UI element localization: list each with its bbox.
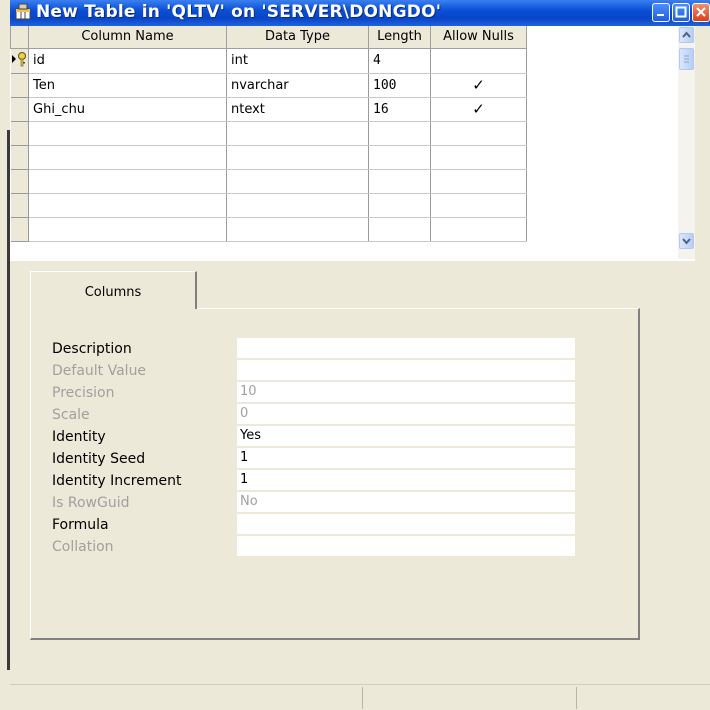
header-data-type[interactable]: Data Type	[226, 26, 369, 49]
property-value[interactable]: 1	[237, 448, 575, 469]
row-selector[interactable]	[10, 192, 29, 218]
property-value: 0	[237, 404, 575, 425]
table-row[interactable]: Ghi_chu ntext 16 ✓	[10, 96, 527, 122]
cell-column-name[interactable]: id	[28, 48, 227, 74]
scroll-up-icon[interactable]	[679, 27, 694, 43]
property-label: Identity	[52, 429, 106, 445]
maximize-icon[interactable]	[672, 3, 690, 22]
property-identity[interactable]: Identity Yes	[52, 426, 587, 448]
property-formula[interactable]: Formula	[52, 514, 587, 536]
property-default-value: Default Value	[52, 360, 587, 382]
row-selector[interactable]	[10, 120, 29, 146]
table-row-empty[interactable]	[10, 168, 527, 194]
table-designer-window: New Table in 'QLTV' on 'SERVER\DONGDO' C…	[10, 0, 710, 710]
property-value[interactable]	[237, 514, 575, 535]
cell-column-name[interactable]: Ten	[28, 73, 227, 98]
property-value[interactable]	[237, 338, 575, 359]
cell-allow-nulls[interactable]	[430, 48, 527, 74]
scroll-thumb[interactable]	[679, 48, 694, 70]
property-identity-seed[interactable]: Identity Seed 1	[52, 448, 587, 470]
status-pane	[364, 687, 577, 709]
cell-data-type[interactable]: nvarchar	[226, 73, 369, 98]
scroll-down-icon[interactable]	[679, 233, 694, 249]
property-value: No	[237, 492, 575, 513]
row-selector[interactable]	[10, 72, 29, 98]
table-icon	[14, 3, 32, 21]
cell-length[interactable]: 100	[368, 73, 431, 98]
property-value	[237, 536, 575, 557]
row-selector[interactable]	[10, 144, 29, 170]
header-column-name[interactable]: Column Name	[28, 26, 227, 49]
property-value: 10	[237, 382, 575, 403]
status-pane	[578, 687, 698, 709]
property-is-rowguid: Is RowGuid No	[52, 492, 587, 514]
table-row-empty[interactable]	[10, 120, 527, 146]
property-label: Description	[52, 341, 132, 357]
property-label: Default Value	[52, 363, 147, 379]
header-allow-nulls[interactable]: Allow Nulls	[430, 26, 527, 49]
row-selector[interactable]	[10, 96, 29, 122]
splitter[interactable]	[10, 261, 710, 267]
left-edge	[0, 0, 10, 710]
window-title: New Table in 'QLTV' on 'SERVER\DONGDO'	[36, 2, 442, 22]
cell-length[interactable]: 4	[368, 48, 431, 74]
primary-key-icon	[11, 51, 26, 66]
property-identity-increment[interactable]: Identity Increment 1	[52, 470, 587, 492]
property-label: Scale	[52, 407, 90, 423]
table-row-empty[interactable]	[10, 216, 527, 242]
property-value	[237, 360, 575, 381]
close-icon[interactable]	[692, 3, 710, 22]
row-selector[interactable]	[10, 47, 29, 74]
status-pane	[10, 687, 363, 709]
row-selector[interactable]	[10, 216, 29, 242]
header-selector	[10, 26, 29, 49]
cell-allow-nulls[interactable]: ✓	[430, 73, 527, 98]
property-label: Collation	[52, 539, 114, 555]
grid-header-row: Column Name Data Type Length Allow Nulls	[10, 26, 527, 49]
table-row-empty[interactable]	[10, 192, 527, 218]
tab-columns[interactable]: Columns	[30, 271, 197, 309]
table-row-empty[interactable]	[10, 144, 527, 170]
title-bar[interactable]: New Table in 'QLTV' on 'SERVER\DONGDO'	[10, 0, 710, 26]
property-label: Identity Seed	[52, 451, 146, 467]
property-value[interactable]: 1	[237, 470, 575, 491]
row-selector[interactable]	[10, 168, 29, 194]
table-row[interactable]: Ten nvarchar 100 ✓	[10, 72, 527, 98]
column-grid[interactable]: Column Name Data Type Length Allow Nulls…	[10, 26, 695, 263]
cell-length[interactable]: 16	[368, 97, 431, 122]
status-bar	[10, 684, 710, 710]
table-row[interactable]: id int 4	[10, 47, 527, 74]
header-length[interactable]: Length	[368, 26, 431, 49]
cell-data-type[interactable]: int	[226, 48, 369, 74]
vertical-scrollbar[interactable]	[678, 26, 695, 259]
cell-column-name[interactable]: Ghi_chu	[28, 97, 227, 122]
cell-allow-nulls[interactable]: ✓	[430, 97, 527, 122]
property-precision: Precision 10	[52, 382, 587, 404]
property-value[interactable]: Yes	[237, 426, 575, 447]
property-label: Formula	[52, 517, 109, 533]
minimize-icon[interactable]	[652, 3, 670, 22]
property-label: Identity Increment	[52, 473, 182, 489]
property-label: Precision	[52, 385, 115, 401]
property-scale: Scale 0	[52, 404, 587, 426]
property-label: Is RowGuid	[52, 495, 130, 511]
cell-data-type[interactable]: ntext	[226, 97, 369, 122]
property-description[interactable]: Description	[52, 338, 587, 360]
property-collation: Collation	[52, 536, 587, 558]
